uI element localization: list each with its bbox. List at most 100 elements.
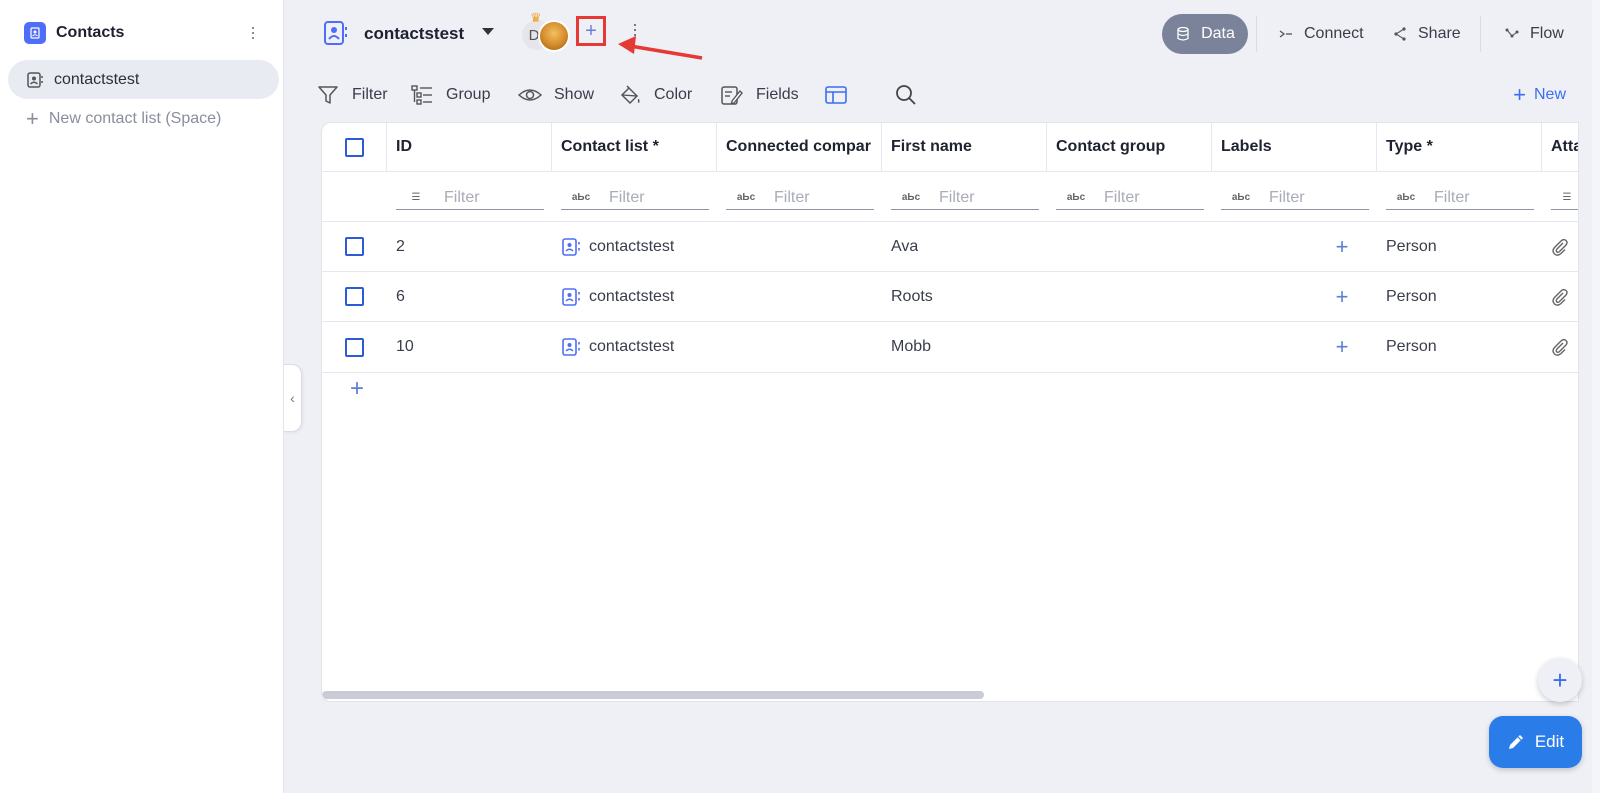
edit-label: Edit	[1534, 732, 1565, 751]
plus-icon: +	[1335, 283, 1349, 309]
vertical-scrollbar[interactable]	[1592, 0, 1600, 793]
new-record-button[interactable]: + New	[1513, 80, 1566, 110]
column-header-type[interactable]: Type *	[1377, 123, 1542, 171]
text-type-icon: aЬc	[901, 192, 921, 203]
column-header-first-name[interactable]: First name	[882, 123, 1047, 171]
filter-field-id[interactable]: ☰ Filter	[396, 186, 544, 210]
cell-id[interactable]: 10	[396, 322, 414, 372]
filter-field-connected-company[interactable]: aЬc Filter	[726, 186, 874, 210]
filter-field-first-name[interactable]: aЬc Filter	[891, 186, 1039, 210]
filter-field-type[interactable]: aЬc Filter	[1386, 186, 1534, 210]
plus-icon: +	[1335, 334, 1349, 359]
divider	[1480, 16, 1481, 52]
eye-icon	[518, 89, 542, 101]
horizontal-scrollbar[interactable]	[322, 691, 984, 699]
table-row[interactable]: 2 contactstest Ava + Person	[322, 222, 1578, 272]
cell-id[interactable]: 6	[396, 272, 405, 321]
equals-icon: ☰	[1562, 192, 1572, 203]
sidebar: Contacts contactstest + New contact list…	[0, 0, 284, 793]
pencil-icon	[1508, 735, 1523, 749]
attach-button[interactable]	[1550, 272, 1570, 321]
select-all-checkbox[interactable]	[344, 137, 364, 157]
cell-type[interactable]: Person	[1386, 322, 1437, 372]
column-header-contact-group[interactable]: Contact group	[1047, 123, 1212, 171]
table-row[interactable]: 10 contactstest Mobb + Person	[322, 322, 1578, 373]
filter-button[interactable]: Filter	[316, 80, 388, 110]
cell-first-name[interactable]: Mobb	[891, 322, 931, 372]
row-select-cell	[322, 222, 387, 271]
table-row[interactable]: 6 contactstest Roots + Person	[322, 272, 1578, 322]
group-button[interactable]: Group	[410, 80, 490, 110]
add-record-fab[interactable]: +	[1538, 658, 1582, 702]
filter-field-attachments[interactable]: ☰	[1551, 186, 1578, 210]
filter-icon	[318, 86, 338, 104]
text-type-icon: aЬc	[571, 192, 591, 203]
add-member-button[interactable]: +	[576, 16, 606, 46]
column-header-labels[interactable]: Labels	[1212, 123, 1377, 171]
fields-icon	[721, 86, 743, 105]
cell-first-name[interactable]: Roots	[891, 272, 933, 321]
text-type-icon: aЬc	[736, 192, 756, 203]
row-checkbox[interactable]	[345, 337, 364, 357]
column-header-connected-company[interactable]: Connected compar	[717, 123, 882, 171]
sidebar-menu-icon[interactable]	[246, 23, 260, 43]
sidebar-header: Contacts	[24, 20, 264, 46]
row-checkbox[interactable]	[345, 287, 364, 306]
filter-field-labels[interactable]: aЬc Filter	[1221, 186, 1369, 210]
edit-button[interactable]: Edit	[1489, 716, 1582, 768]
data-button[interactable]: Data	[1162, 14, 1248, 54]
column-header-id[interactable]: ID	[387, 123, 552, 171]
attach-button[interactable]	[1550, 222, 1570, 271]
paperclip-icon	[1552, 238, 1568, 256]
table-header-row: ID Contact list * Connected compar First…	[322, 123, 1578, 172]
column-header-contact-list[interactable]: Contact list *	[552, 123, 717, 171]
attach-button[interactable]	[1550, 322, 1570, 372]
cell-id[interactable]: 2	[396, 222, 405, 271]
new-contact-list-button[interactable]: + New contact list (Space)	[26, 108, 221, 130]
share-button[interactable]: Share	[1392, 24, 1461, 44]
show-button[interactable]: Show	[518, 80, 594, 110]
row-checkbox[interactable]	[345, 237, 364, 256]
share-label: Share	[1418, 25, 1461, 42]
filter-placeholder: Filter	[939, 188, 975, 206]
space-name[interactable]: contactstest	[364, 24, 464, 44]
cell-contact-list[interactable]: contactstest	[561, 322, 674, 372]
new-label: New	[1533, 86, 1566, 103]
layout-button[interactable]	[824, 80, 860, 110]
filter-field-contact-group[interactable]: aЬc Filter	[1056, 186, 1204, 210]
color-button[interactable]: Color	[618, 80, 692, 110]
caret-down-icon[interactable]	[482, 28, 494, 35]
member-avatars[interactable]: D ♛	[522, 10, 574, 52]
row-select-cell	[322, 322, 387, 372]
search-button[interactable]	[894, 80, 930, 110]
add-label-button[interactable]: +	[1327, 272, 1357, 321]
contact-list-icon	[562, 287, 580, 306]
plus-icon: +	[350, 375, 365, 402]
contact-list-name: contactstest	[589, 338, 675, 355]
connect-button[interactable]: Connect	[1278, 24, 1364, 44]
cell-first-name[interactable]: Ava	[891, 222, 918, 271]
sidebar-item-contactstest[interactable]: contactstest	[8, 60, 279, 99]
text-type-icon: aЬc	[1396, 192, 1416, 203]
group-label: Group	[446, 86, 491, 103]
plus-icon: +	[1513, 82, 1526, 107]
add-row-button[interactable]: +	[350, 375, 364, 403]
color-label: Color	[654, 86, 693, 103]
fields-label: Fields	[756, 86, 799, 103]
space-menu-icon[interactable]	[632, 24, 638, 40]
filter-placeholder: Filter	[444, 188, 480, 206]
flow-button[interactable]: Flow	[1504, 24, 1564, 44]
avatar-image[interactable]	[538, 20, 570, 52]
cell-type[interactable]: Person	[1386, 272, 1437, 321]
filter-field-contact-list[interactable]: aЬc Filter	[561, 186, 709, 210]
cell-type[interactable]: Person	[1386, 222, 1437, 271]
sidebar-collapse-handle[interactable]: ‹	[284, 364, 302, 432]
filter-placeholder: Filter	[1104, 188, 1140, 206]
fields-button[interactable]: Fields	[720, 80, 799, 110]
cell-contact-list[interactable]: contactstest	[561, 222, 674, 271]
add-label-button[interactable]: +	[1327, 222, 1357, 271]
column-header-attachments[interactable]: Atta	[1542, 123, 1578, 171]
add-label-button[interactable]: +	[1327, 322, 1357, 372]
contact-list-icon	[27, 71, 43, 88]
cell-contact-list[interactable]: contactstest	[561, 272, 674, 321]
